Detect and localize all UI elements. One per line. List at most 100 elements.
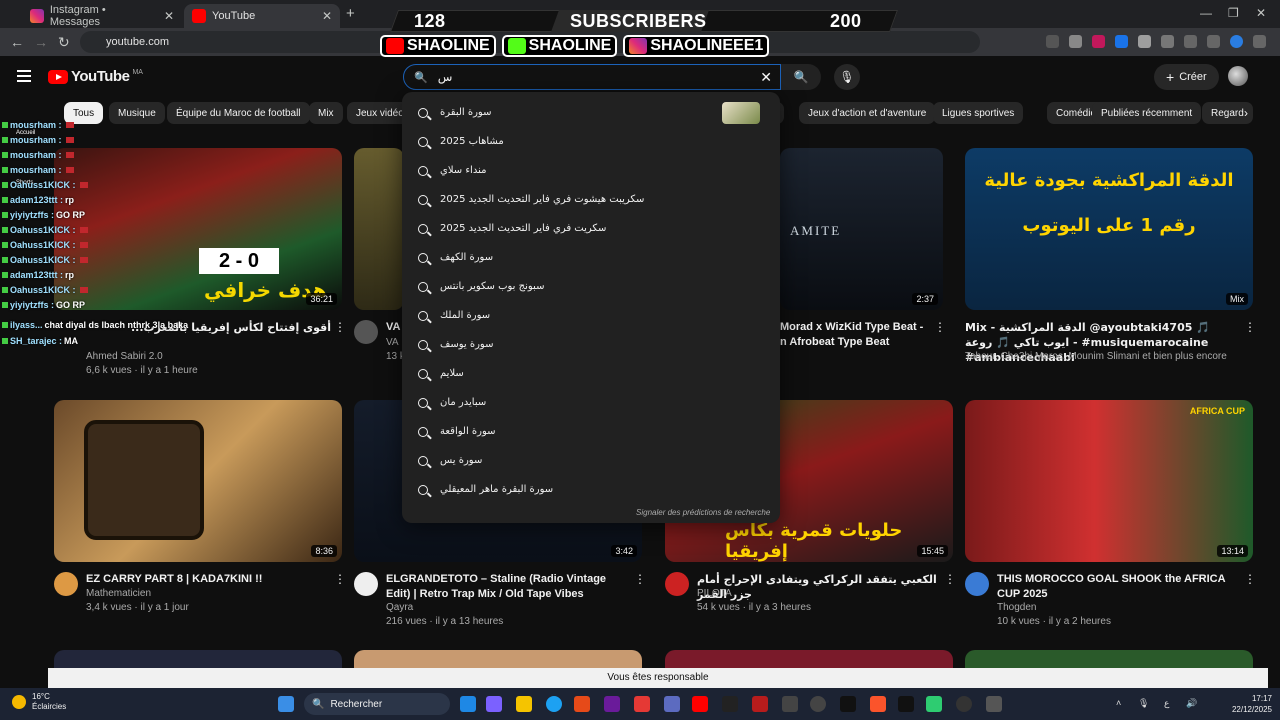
more-icon[interactable]: ⋮ [934,320,946,334]
suggestion-item[interactable]: مشاهاب 2025 [402,127,780,156]
taskview-icon[interactable] [460,696,476,712]
create-button[interactable]: + Créer [1154,64,1219,90]
suggestion-item[interactable]: منداء سلاي [402,156,780,185]
suggestion-item[interactable]: سبونج بوب سكوير بانتس [402,272,780,301]
app-icon[interactable] [840,696,856,712]
suggestion-item[interactable]: سورة يوسف [402,330,780,359]
channel-name[interactable]: Ahmed Sabiri 2.0 [86,350,163,364]
more-icon[interactable]: ⋮ [634,572,646,586]
video-title[interactable]: ELGRANDETOTO – Staline (Radio Vintage Ed… [386,572,626,602]
app-icon[interactable] [604,696,620,712]
channel-avatar[interactable] [354,320,378,344]
obs-icon[interactable] [956,696,972,712]
split-icon[interactable] [1207,35,1220,48]
profile-icon[interactable] [1230,35,1243,48]
suggestion-item[interactable]: سورة الكهف [402,243,780,272]
weather-widget[interactable]: 16°C Éclaircies [12,692,66,712]
speaker-icon[interactable]: 🔊 [1186,698,1197,709]
star-icon[interactable] [1069,35,1082,48]
youtube-icon[interactable] [692,696,708,712]
channel-name[interactable]: Mathematicien [86,587,151,601]
channel-name[interactable]: Qayra [386,601,413,615]
netflix-icon[interactable] [752,696,768,712]
chevron-up-icon[interactable]: ˄ [1116,698,1121,708]
video-title[interactable]: THIS MOROCCO GOAL SHOOK the AFRICA CUP 2… [997,572,1237,602]
clear-icon[interactable]: ✕ [760,69,772,86]
maximize-icon[interactable]: ❐ [1228,6,1239,20]
chevron-right-icon[interactable]: › [1244,106,1248,120]
more-icon[interactable]: ⋮ [334,320,346,334]
mic-icon[interactable]: 🎙 [1138,698,1149,709]
suggestion-item[interactable]: سبايدر مان [402,388,780,417]
app-icon[interactable] [574,696,590,712]
chip-ligues-sportives[interactable]: Ligues sportives [933,102,1024,124]
video-thumbnail[interactable]: 2 - 0 هدف خرافي 36:21 [54,148,342,310]
channel-name[interactable]: Tahour, Cha3bi Maroc, Mounim Slimani et … [965,350,1245,364]
chip-action-aventure[interactable]: Jeux d'action et d'aventure [799,102,936,124]
suggestion-item[interactable]: سورة الملك [402,301,780,330]
suggestion-item[interactable]: سورة البقرة ماهر المعيقلي [402,475,780,504]
search-input[interactable] [437,70,738,84]
suggestion-item[interactable]: سورة الواقعة [402,417,780,446]
video-title[interactable]: VA [386,320,400,335]
menu-icon[interactable] [17,70,31,85]
chrome-icon[interactable] [546,696,562,712]
forward-icon[interactable]: → [34,34,48,50]
channel-name[interactable]: VA [386,336,399,350]
youtube-logo[interactable]: YouTube MA [48,68,143,85]
video-title[interactable]: EZ CARRY PART 8 | KADA7KINI !! [86,572,326,587]
video-thumbnail[interactable]: 8:36 [54,400,342,562]
more-icon[interactable]: ⋮ [1244,572,1256,586]
channel-avatar[interactable] [965,572,989,596]
more-icon[interactable]: ⋮ [944,572,956,586]
avatar[interactable] [1228,66,1248,86]
brave-icon[interactable] [870,696,886,712]
close-icon[interactable]: ✕ [322,9,332,23]
folder-icon[interactable] [516,696,532,712]
chip-publiees-recemment[interactable]: Publiées récemment [1092,102,1202,124]
app-icon[interactable] [782,696,798,712]
more-icon[interactable]: ⋮ [1244,320,1256,334]
app-icon[interactable] [898,696,914,712]
chip-musique[interactable]: Musique [109,102,165,124]
keyboard-layout-icon[interactable]: ع [1164,698,1169,709]
app-icon[interactable] [634,696,650,712]
channel-avatar[interactable] [665,572,689,596]
puzzle-icon[interactable] [1161,35,1174,48]
extension-icon[interactable] [1138,35,1151,48]
app-icon[interactable] [722,696,738,712]
video-title[interactable]: الكعبي يتفقد الركراكي ويتفادى الإحراج أم… [697,572,937,602]
suggestion-item[interactable]: سكريت فري فاير التحديث الجديد 2025 [402,214,780,243]
video-title[interactable]: Morad x WizKid Type Beat - n Afrobeat Ty… [780,320,930,350]
back-icon[interactable]: ← [10,34,24,50]
video-thumbnail[interactable]: AFRICA CUP 13:14 [965,400,1253,562]
chip-mix[interactable]: Mix [309,102,343,124]
channel-name[interactable]: Thogden [997,601,1036,615]
suggestion-item[interactable]: سلايم [402,359,780,388]
report-predictions-link[interactable]: Signaler des prédictions de recherche [636,508,770,517]
chip-maroc-football[interactable]: Équipe du Maroc de football [167,102,310,124]
window-close-icon[interactable]: ✕ [1256,6,1266,20]
install-icon[interactable] [1046,35,1059,48]
tab-instagram[interactable]: Instagram • Messages ✕ [22,4,182,28]
channel-name[interactable]: PILOTA [697,587,732,601]
reload-icon[interactable]: ↻ [58,34,70,51]
suggestion-item[interactable]: سكريبت هيشوت فري فاير التحديث الجديد 202… [402,185,780,214]
voice-search-button[interactable]: 🎙 [834,64,860,90]
copilot-icon[interactable] [486,696,502,712]
app-icon[interactable] [926,696,942,712]
settings-icon[interactable] [986,696,1002,712]
extension-icon[interactable] [1092,35,1105,48]
extension-icon[interactable] [1115,35,1128,48]
reading-list-icon[interactable] [1184,35,1197,48]
new-tab-icon[interactable]: + [346,5,355,22]
channel-avatar[interactable] [54,572,78,596]
taskbar-search[interactable]: 🔍 Rechercher [304,693,450,715]
video-thumbnail[interactable]: AMITE 2:37 [780,148,943,310]
video-thumbnail[interactable]: الدقة المراكشية بجودة عالية رقم 1 على ال… [965,148,1253,310]
close-icon[interactable]: ✕ [164,9,174,23]
start-icon[interactable] [278,696,294,712]
search-button[interactable]: 🔍 [781,64,821,90]
menu-icon[interactable] [1253,35,1266,48]
suggestion-item[interactable]: سورة يس [402,446,780,475]
